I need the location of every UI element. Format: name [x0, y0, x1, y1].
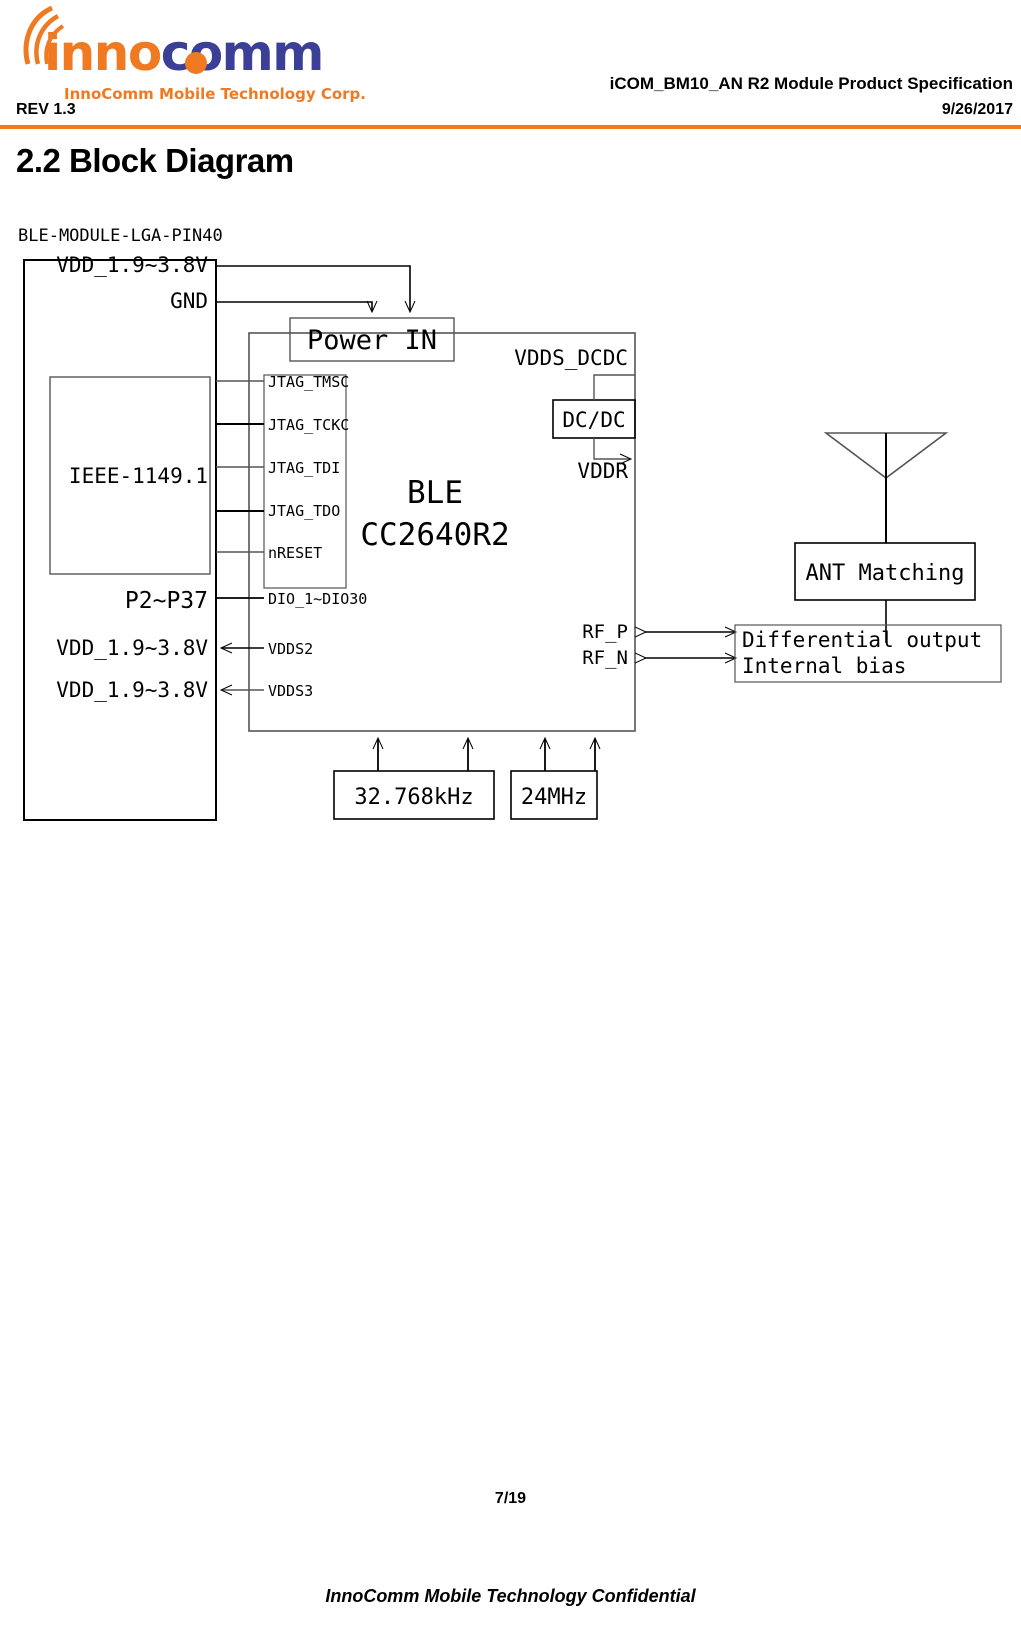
page-header: innocomm InnoComm Mobile Technology Corp… — [0, 0, 1021, 132]
label-jtag-tdi: JTAG_TDI — [268, 459, 340, 477]
section-heading: 2.2 Block Diagram — [16, 142, 294, 179]
block-diagram: BLE-MODULE-LGA-PIN40 VDD_1.9~3.8V GND IE… — [0, 215, 1021, 835]
block-diagram-svg: BLE-MODULE-LGA-PIN40 VDD_1.9~3.8V GND IE… — [18, 226, 1002, 821]
label-vdds-dcdc: VDDS_DCDC — [514, 346, 628, 370]
label-module-vdds3: VDD_1.9~3.8V — [56, 678, 208, 702]
label-rf-n: RF_N — [582, 647, 628, 669]
module-caption: BLE-MODULE-LGA-PIN40 — [18, 226, 223, 246]
wire-vddr-out — [593, 438, 633, 465]
label-jtag-tckc: JTAG_TCKC — [268, 416, 349, 434]
module-outline-box — [23, 259, 217, 821]
label-jtag-tmsc: JTAG_TMSC — [268, 373, 349, 391]
header-document-title: iCOM_BM10_AN R2 Module Product Specifica… — [609, 74, 1013, 93]
footer-confidential-notice: InnoComm Mobile Technology Confidential — [325, 1586, 696, 1606]
label-module-vdds2: VDD_1.9~3.8V — [56, 636, 208, 660]
label-chip-name-line1: BLE — [407, 475, 463, 511]
label-vdds3: VDDS3 — [268, 682, 313, 700]
logo-tagline: InnoComm Mobile Technology Corp. — [64, 85, 366, 103]
label-jtag-tdo: JTAG_TDO — [268, 502, 340, 520]
logo-wordmark-inno: inno — [44, 24, 162, 82]
logo-wordmark: innocomm — [44, 28, 324, 78]
label-chip-name-line2: CC2640R2 — [360, 517, 509, 553]
label-module-vdd-top: VDD_1.9~3.8V — [56, 253, 208, 277]
label-power-in: Power IN — [307, 325, 437, 356]
wire-vdds-dcdc-in — [593, 374, 635, 400]
label-crystal-32768khz: 32.768kHz — [354, 785, 473, 810]
label-dio-range: DIO_1~DIO30 — [268, 590, 367, 608]
label-diff-out-line1: Differential output — [742, 628, 982, 652]
wire-gnd-to-power-in — [216, 300, 378, 314]
label-ieee-1149: IEEE-1149.1 — [69, 464, 208, 488]
wire-vdd-to-power-in — [216, 265, 416, 314]
company-logo: innocomm InnoComm Mobile Technology Corp… — [18, 6, 366, 104]
label-module-gpio-range: P2~P37 — [125, 588, 208, 614]
label-rf-p: RF_P — [582, 621, 628, 643]
footer-page-number: 7/19 — [494, 1490, 527, 1507]
label-diff-out-line2: Internal bias — [742, 654, 906, 678]
label-module-gnd: GND — [170, 289, 208, 313]
header-date: 9/26/2017 — [941, 101, 1013, 118]
label-ant-matching: ANT Matching — [806, 561, 965, 586]
header-revision: REV 1.3 — [16, 101, 76, 118]
header-divider-rule — [0, 125, 1021, 129]
logo-orange-dot-icon — [185, 52, 207, 74]
logo-wordmark-comm: comm — [160, 24, 325, 82]
label-nreset: nRESET — [268, 544, 322, 562]
label-dcdc: DC/DC — [562, 408, 625, 432]
label-vdds2: VDDS2 — [268, 640, 313, 658]
label-crystal-24mhz: 24MHz — [521, 785, 587, 810]
label-vddr: VDDR — [577, 459, 628, 483]
